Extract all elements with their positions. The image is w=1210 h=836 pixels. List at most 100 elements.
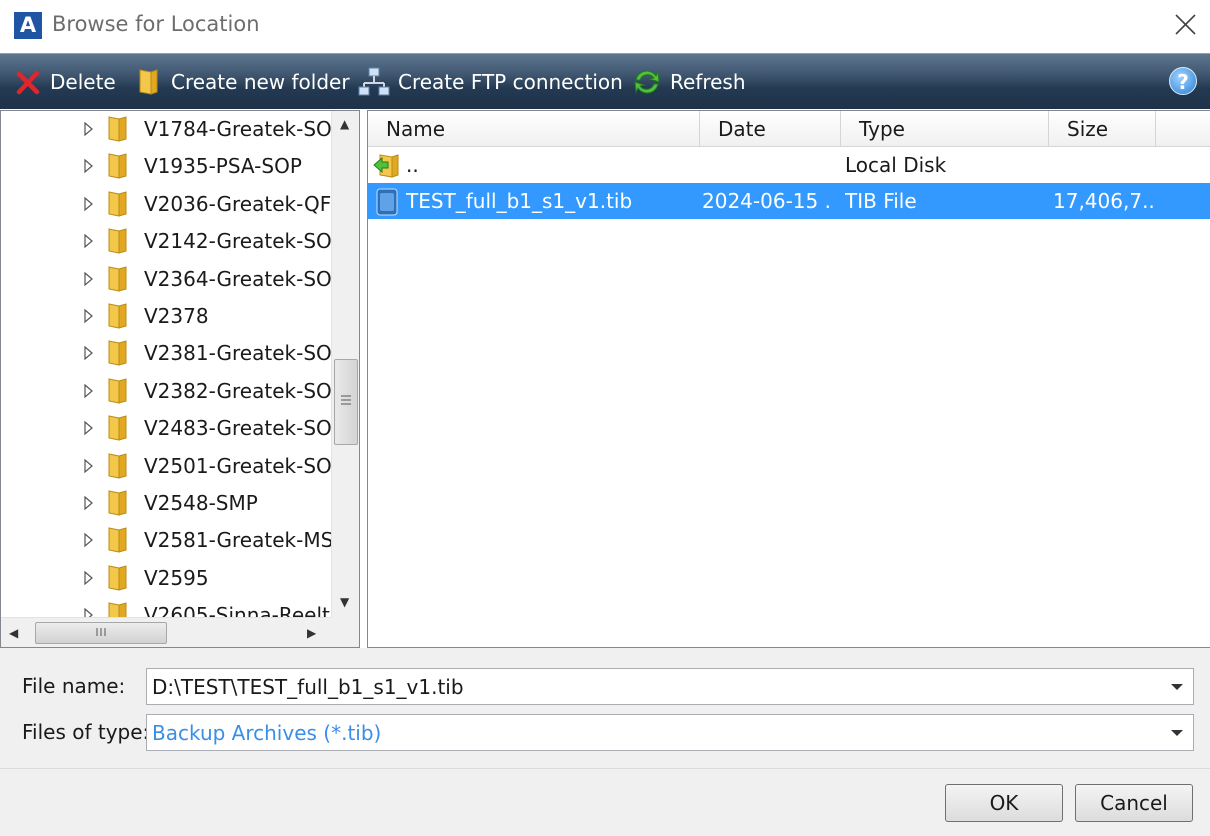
tree-item-label: V2364-Greatek-SOP bbox=[144, 266, 331, 291]
expand-arrow-icon[interactable] bbox=[83, 605, 95, 617]
files-of-type-select[interactable]: Backup Archives (*.tib) bbox=[146, 714, 1194, 751]
tree-vertical-scroll-thumb[interactable] bbox=[334, 359, 358, 445]
expand-arrow-icon[interactable] bbox=[83, 493, 95, 513]
file-name-cell: .. bbox=[406, 153, 419, 177]
close-button[interactable] bbox=[1166, 8, 1202, 42]
refresh-button[interactable]: Refresh bbox=[632, 64, 746, 100]
create-new-folder-button[interactable]: Create new folder bbox=[137, 64, 350, 100]
chevron-down-icon[interactable] bbox=[1171, 684, 1183, 690]
tree-item[interactable]: V1784-Greatek-SOP bbox=[1, 111, 331, 148]
expand-arrow-icon[interactable] bbox=[83, 381, 95, 401]
tree-item[interactable]: V2142-Greatek-SOP bbox=[1, 223, 331, 260]
file-row-parent[interactable]: .. Local Disk bbox=[368, 147, 1210, 183]
create-ftp-connection-label: Create FTP connection bbox=[398, 70, 623, 94]
chevron-down-icon[interactable] bbox=[1171, 730, 1183, 736]
expand-arrow-icon[interactable] bbox=[83, 456, 95, 476]
tree-item-label: V2501-Greatek-SOT bbox=[144, 453, 331, 478]
grip-icon bbox=[96, 628, 106, 636]
tree-horizontal-scroll-thumb[interactable] bbox=[35, 622, 167, 644]
scroll-corner bbox=[331, 617, 359, 647]
tree-item-label: V1935-PSA-SOP bbox=[144, 154, 302, 179]
tree-item-label: V2381-Greatek-SOP bbox=[144, 341, 331, 366]
file-name-cell: TEST_full_b1_s1_v1.tib bbox=[406, 189, 633, 213]
tree-item-label: V2581-Greatek-MSO bbox=[144, 528, 331, 553]
folder-icon bbox=[108, 265, 127, 292]
tree-item[interactable]: V2378 bbox=[1, 298, 331, 335]
tree-item-label: V2483-Greatek-SOT bbox=[144, 416, 331, 441]
expand-arrow-icon[interactable] bbox=[83, 119, 95, 139]
tree-item-label: V2382-Greatek-SOP bbox=[144, 378, 331, 403]
tree-item[interactable]: V1935-PSA-SOP bbox=[1, 148, 331, 185]
expand-arrow-icon[interactable] bbox=[83, 418, 95, 438]
tree-item-label: V2595 bbox=[144, 565, 209, 590]
expand-arrow-icon[interactable] bbox=[83, 156, 95, 176]
column-header-type[interactable]: Type bbox=[841, 111, 1049, 147]
file-row-selected[interactable]: TEST_full_b1_s1_v1.tib 2024-06-15 ... TI… bbox=[368, 183, 1210, 219]
column-header-date[interactable]: Date bbox=[700, 111, 841, 147]
folder-icon bbox=[108, 565, 127, 591]
title-bar: A Browse for Location bbox=[0, 0, 1210, 52]
create-ftp-connection-button[interactable]: Create FTP connection bbox=[358, 64, 623, 100]
folder-icon bbox=[108, 191, 127, 217]
window-title: Browse for Location bbox=[52, 12, 260, 36]
tree-item[interactable]: V2595 bbox=[1, 560, 331, 597]
tree-item[interactable]: V2364-Greatek-SOP bbox=[1, 261, 331, 298]
file-date-cell: 2024-06-15 ... bbox=[702, 189, 832, 213]
tree-item[interactable]: V2036-Greatek-QFN bbox=[1, 186, 331, 223]
tree-item[interactable]: V2605-Sinna-Reelto bbox=[1, 597, 331, 617]
expand-arrow-icon[interactable] bbox=[83, 269, 95, 289]
help-button[interactable]: ? bbox=[1169, 67, 1197, 95]
file-name-input[interactable]: D:\TEST\TEST_full_b1_s1_v1.tib bbox=[152, 675, 464, 699]
cancel-button[interactable]: Cancel bbox=[1075, 784, 1193, 822]
tree-item[interactable]: V2381-Greatek-SOP bbox=[1, 335, 331, 372]
file-type-cell: Local Disk bbox=[845, 153, 947, 177]
scroll-down-arrow-icon[interactable]: ▼ bbox=[340, 595, 349, 609]
folder-tree[interactable]: V1784-Greatek-SOP V1935-PSA-SOP V2036-Grea… bbox=[0, 110, 360, 648]
folder-icon bbox=[108, 340, 127, 367]
scroll-up-arrow-icon[interactable]: ▲ bbox=[340, 117, 349, 131]
file-name-label: File name: bbox=[22, 674, 126, 698]
column-header-name[interactable]: Name bbox=[368, 111, 700, 147]
expand-arrow-icon[interactable] bbox=[83, 194, 95, 214]
folder-icon bbox=[108, 378, 127, 404]
folder-icon bbox=[108, 228, 127, 254]
tree-item[interactable]: V2548-SMP bbox=[1, 485, 331, 522]
delete-button[interactable]: Delete bbox=[14, 64, 116, 100]
tree-horizontal-scrollbar[interactable]: ◀ ▶ bbox=[1, 617, 331, 647]
file-list[interactable]: Name Date Type Size .. Local Disk TEST_f… bbox=[367, 110, 1210, 648]
tree-vertical-scrollbar[interactable]: ▲ ▼ bbox=[331, 111, 359, 617]
tree-item[interactable]: V2483-Greatek-SOT bbox=[1, 410, 331, 447]
folder-icon bbox=[108, 153, 127, 180]
tree-item-label: V2378 bbox=[144, 304, 209, 328]
scroll-right-arrow-icon[interactable]: ▶ bbox=[307, 626, 316, 640]
scroll-left-arrow-icon[interactable]: ◀ bbox=[9, 626, 18, 640]
tree-item-label: V2605-Sinna-Reelto bbox=[144, 603, 331, 617]
file-list-header: Name Date Type Size bbox=[368, 111, 1210, 147]
folder-icon bbox=[108, 116, 127, 142]
grip-icon bbox=[341, 395, 351, 405]
parent-folder-icon bbox=[373, 154, 399, 178]
app-logo-icon: A bbox=[14, 12, 42, 39]
ok-button[interactable]: OK bbox=[945, 784, 1063, 822]
files-of-type-label: Files of type: bbox=[22, 720, 150, 744]
help-icon: ? bbox=[1177, 70, 1189, 94]
expand-arrow-icon[interactable] bbox=[83, 231, 95, 251]
expand-arrow-icon[interactable] bbox=[83, 306, 95, 326]
refresh-icon bbox=[634, 70, 660, 94]
folder-icon bbox=[108, 490, 127, 516]
delete-label: Delete bbox=[50, 70, 116, 94]
tree-item[interactable]: V2581-Greatek-MSO bbox=[1, 522, 331, 559]
tree-item-label: V2548-SMP bbox=[144, 491, 258, 515]
expand-arrow-icon[interactable] bbox=[83, 343, 95, 363]
tree-item[interactable]: V2501-Greatek-SOT bbox=[1, 448, 331, 485]
column-header-size[interactable]: Size bbox=[1049, 111, 1156, 147]
file-size-cell: 17,406,7... bbox=[1053, 189, 1153, 213]
file-name-combobox[interactable]: D:\TEST\TEST_full_b1_s1_v1.tib bbox=[146, 668, 1194, 705]
create-new-folder-label: Create new folder bbox=[171, 70, 350, 94]
tree-item[interactable]: V2382-Greatek-SOP bbox=[1, 373, 331, 410]
expand-arrow-icon[interactable] bbox=[83, 530, 95, 550]
expand-arrow-icon[interactable] bbox=[83, 568, 95, 588]
delete-x-icon bbox=[16, 70, 40, 95]
tree-item-label: V2036-Greatek-QFN bbox=[144, 191, 331, 216]
file-type-cell: TIB File bbox=[845, 189, 917, 213]
